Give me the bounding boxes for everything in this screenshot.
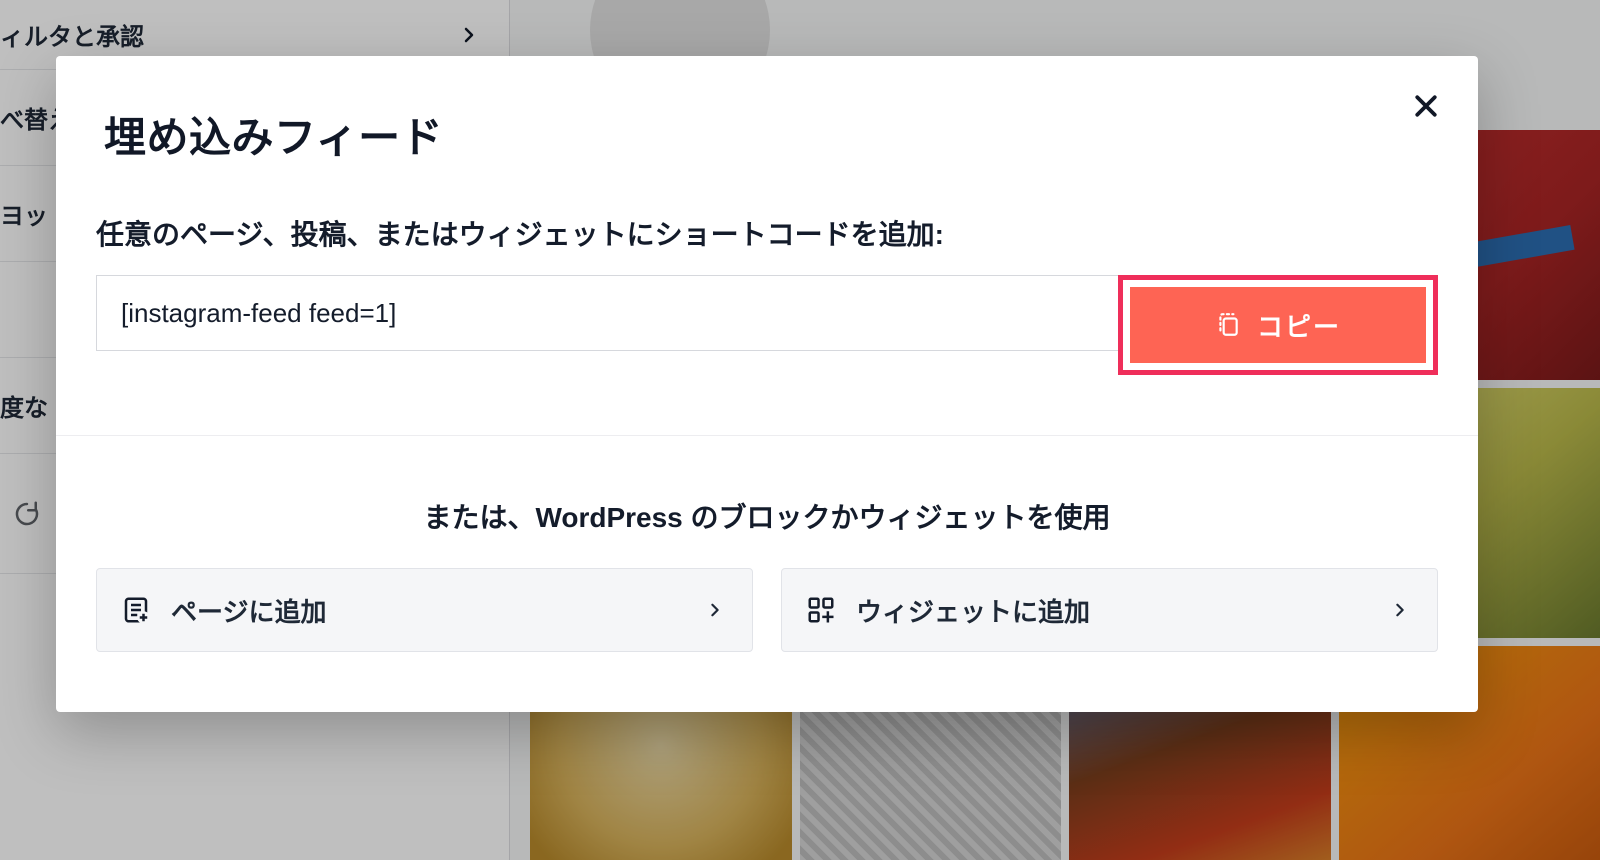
chevron-right-icon [1393, 603, 1407, 617]
close-button[interactable] [1404, 84, 1448, 128]
shortcode-row: コピー [96, 275, 1438, 375]
divider [56, 435, 1478, 436]
alternative-section-title: または、WordPress のブロックかウィジェットを使用 [56, 496, 1478, 536]
add-to-page-label: ページに追加 [171, 592, 326, 629]
add-to-widget-label: ウィジェットに追加 [856, 592, 1090, 629]
modal-title: 埋め込みフィード [56, 56, 1478, 177]
embed-feed-modal: 埋め込みフィード 任意のページ、投稿、またはウィジェットにショートコードを追加:… [56, 56, 1478, 712]
chevron-right-icon [708, 603, 722, 617]
page-icon [121, 595, 151, 625]
copy-button-highlight: コピー [1118, 275, 1438, 375]
close-icon [1411, 91, 1441, 121]
alternative-buttons-row: ページに追加 ウィジェットに追加 [56, 568, 1478, 652]
copy-button-label: コピー [1257, 307, 1341, 344]
add-to-widget-button[interactable]: ウィジェットに追加 [781, 568, 1438, 652]
add-to-page-button[interactable]: ページに追加 [96, 568, 753, 652]
shortcode-section: 任意のページ、投稿、またはウィジェットにショートコードを追加: コピー [56, 177, 1478, 375]
shortcode-section-title: 任意のページ、投稿、またはウィジェットにショートコードを追加: [96, 213, 1438, 253]
shortcode-input[interactable] [96, 275, 1118, 351]
copy-icon [1215, 312, 1241, 338]
copy-button[interactable]: コピー [1130, 287, 1426, 363]
widget-icon [806, 595, 836, 625]
